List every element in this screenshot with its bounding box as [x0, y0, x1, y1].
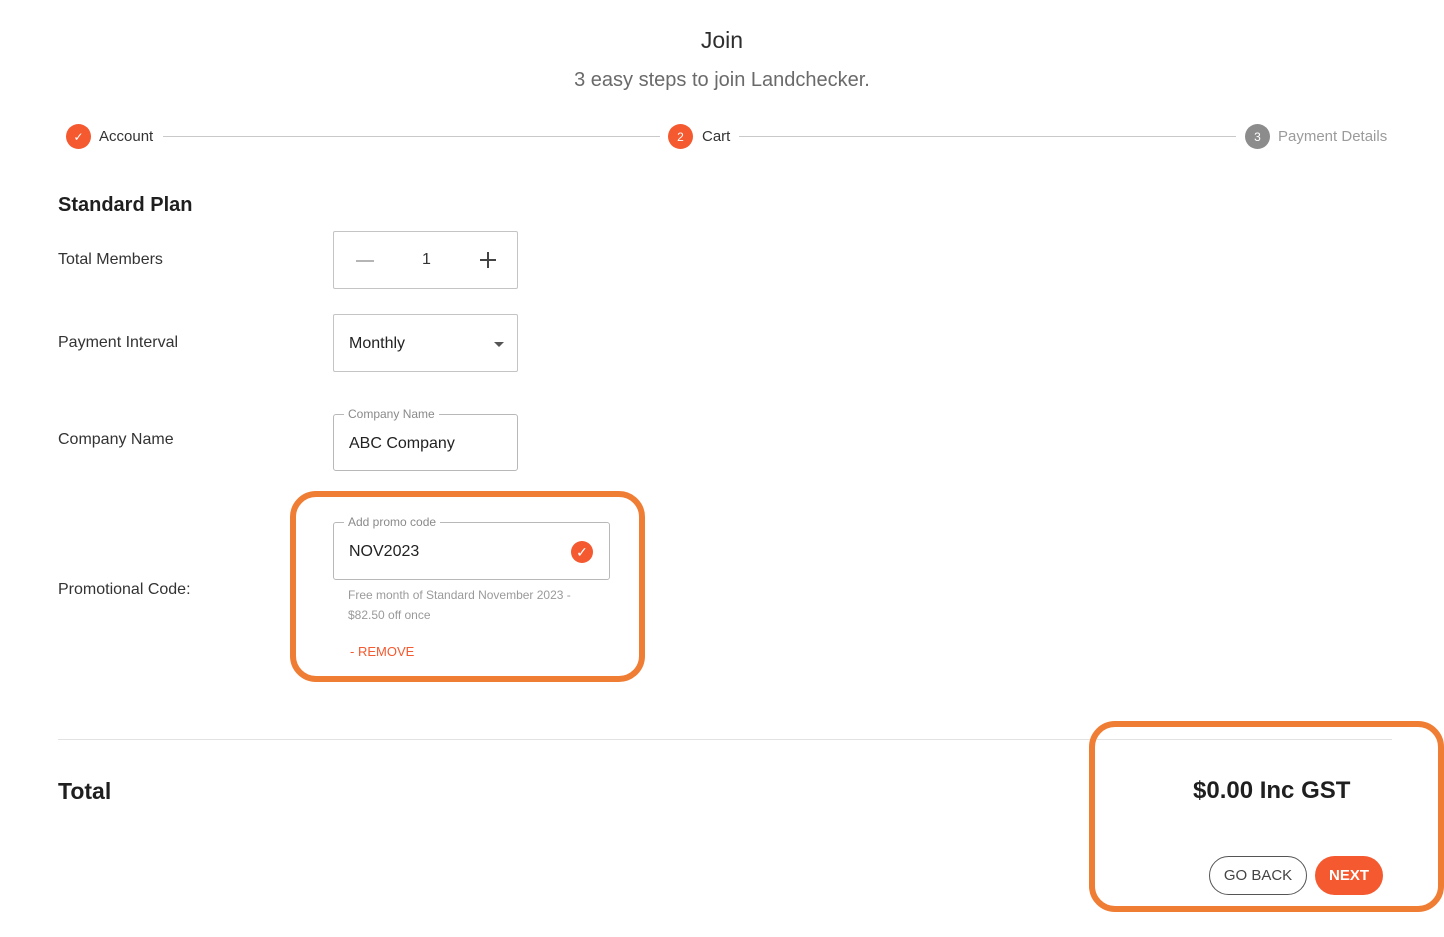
total-highlight-box — [1089, 721, 1444, 912]
payment-interval-label: Payment Interval — [58, 334, 179, 351]
step-account-label: Account — [99, 128, 154, 145]
caret-down-icon — [494, 342, 504, 347]
total-label: Total — [58, 778, 112, 804]
company-name-field[interactable]: Company Name ABC Company — [333, 407, 518, 471]
step-connector — [739, 136, 1236, 137]
company-name-label: Company Name — [58, 431, 174, 448]
plan-title: Standard Plan — [58, 194, 193, 216]
step-payment-label: Payment Details — [1278, 128, 1388, 145]
promo-code-label: Promotional Code: — [58, 581, 191, 598]
payment-interval-value: Monthly — [349, 335, 406, 352]
page-subtitle: 3 easy steps to join Landchecker. — [574, 69, 870, 91]
company-name-value: ABC Company — [349, 435, 455, 452]
step-payment-number: 3 — [1245, 124, 1270, 149]
plus-icon[interactable] — [479, 251, 497, 269]
step-cart-label: Cart — [702, 128, 731, 145]
promo-highlight-box — [290, 491, 645, 682]
quantity-stepper: 1 — [333, 231, 518, 289]
step-connector — [163, 136, 660, 137]
total-members-label: Total Members — [58, 251, 163, 268]
company-name-float-label: Company Name — [344, 407, 439, 421]
step-cart-number: 2 — [668, 124, 693, 149]
page-title: Join — [700, 27, 744, 53]
payment-interval-select[interactable]: Monthly — [333, 314, 518, 372]
check-icon: ✓ — [66, 124, 91, 149]
